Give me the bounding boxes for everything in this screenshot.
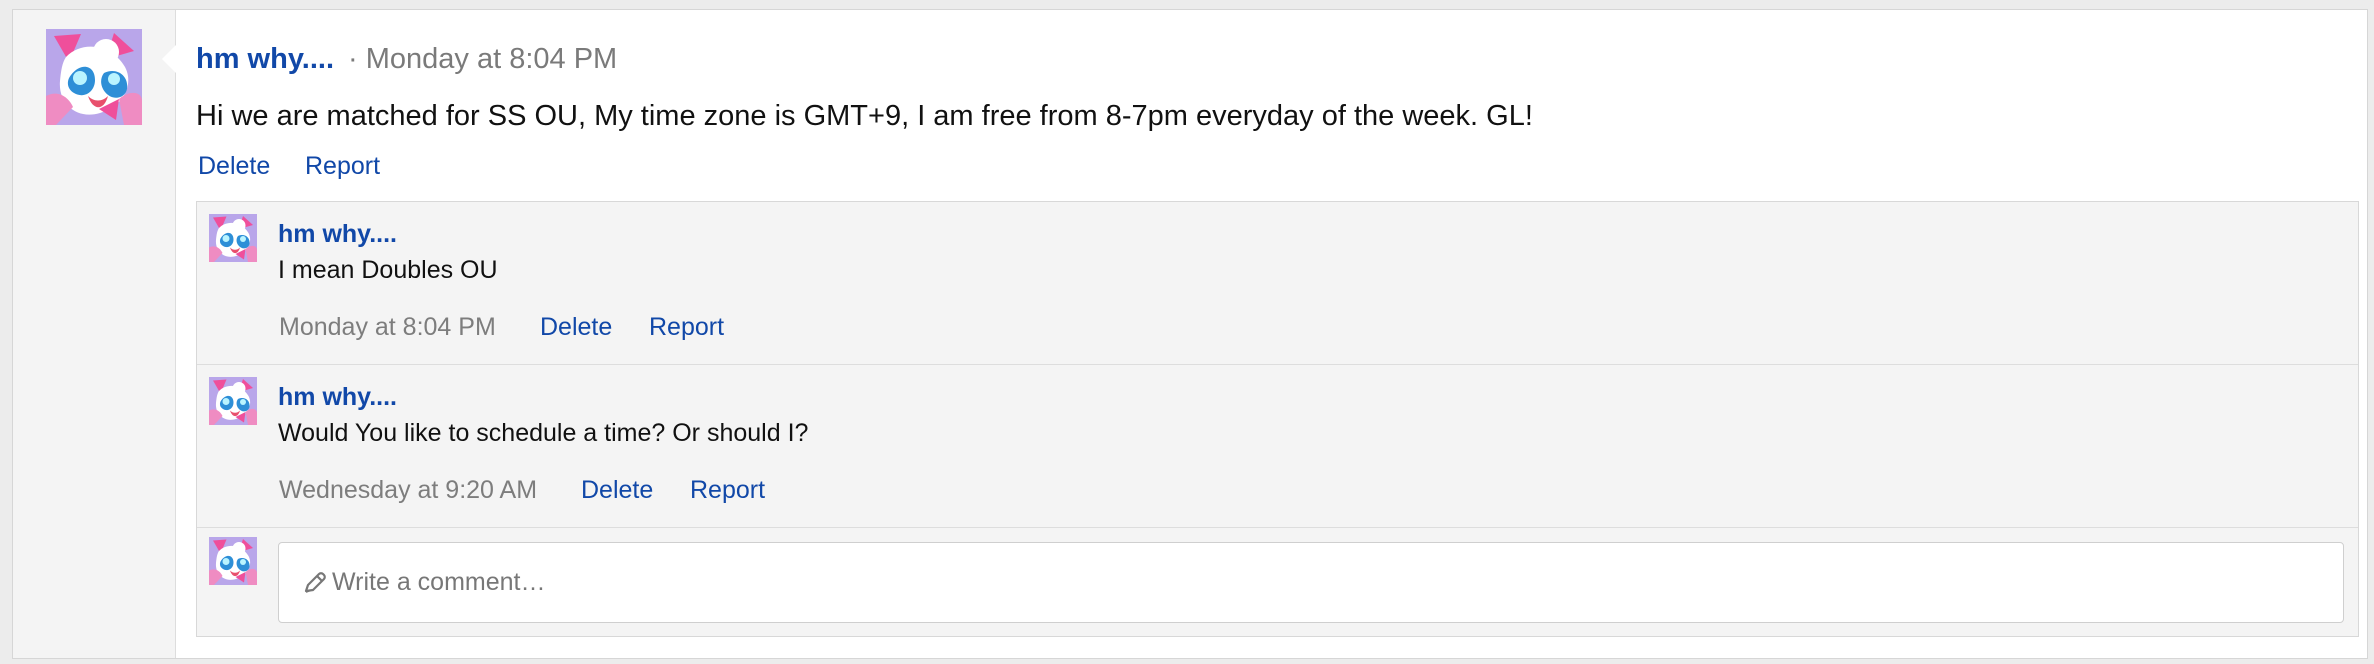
comment-delete-link[interactable]: Delete [581,476,653,505]
comment-time-link[interactable]: Monday at 8:04 PM [279,313,496,342]
pencil-glyph [304,572,326,593]
comment-item: hm why.... Would You like to schedule a … [197,365,2358,528]
write-comment-input[interactable]: Write a comment… [278,542,2344,623]
current-user-avatar[interactable] [209,537,257,585]
post-report-link[interactable]: Report [305,152,380,181]
post-time[interactable]: Monday at 8:04 PM [366,43,617,75]
comment-author-avatar[interactable] [209,377,257,425]
comment-author-link[interactable]: hm why.... [278,383,397,412]
comment-author-avatar[interactable] [209,214,257,262]
meta-separator: · [348,43,358,75]
comment-item: hm why.... I mean Doubles OU Monday at 8… [197,202,2358,365]
post-delete-link[interactable]: Delete [198,152,270,181]
profile-post-card: hm why.... · Monday at 8:04 PM Hi we are… [12,9,2368,659]
author-avatar[interactable] [46,29,142,125]
comment-author-link[interactable]: hm why.... [278,220,397,249]
comment-time-link[interactable]: Wednesday at 9:20 AM [279,476,537,505]
pink-creature-avatar-icon [46,29,142,125]
post-author-link[interactable]: hm why.... [196,43,334,76]
pink-creature-avatar-icon [209,214,257,262]
pencil-icon [300,570,328,598]
comment-delete-link[interactable]: Delete [540,313,612,342]
comment-message: Would You like to schedule a time? Or sh… [278,419,809,447]
post-message: Hi we are matched for SS OU, My time zon… [196,100,1533,132]
comment-placeholder: Write a comment… [332,568,546,596]
comment-report-link[interactable]: Report [649,313,724,342]
comment-report-link[interactable]: Report [690,476,765,505]
page: hm why.... · Monday at 8:04 PM Hi we are… [0,0,2374,664]
pink-creature-avatar-icon [209,377,257,425]
pink-creature-avatar-icon [209,537,257,585]
comment-list: hm why.... I mean Doubles OU Monday at 8… [196,201,2359,637]
post-meta: · Monday at 8:04 PM [348,43,617,76]
comment-composer: Write a comment… [197,528,2358,638]
comment-message: I mean Doubles OU [278,256,498,284]
